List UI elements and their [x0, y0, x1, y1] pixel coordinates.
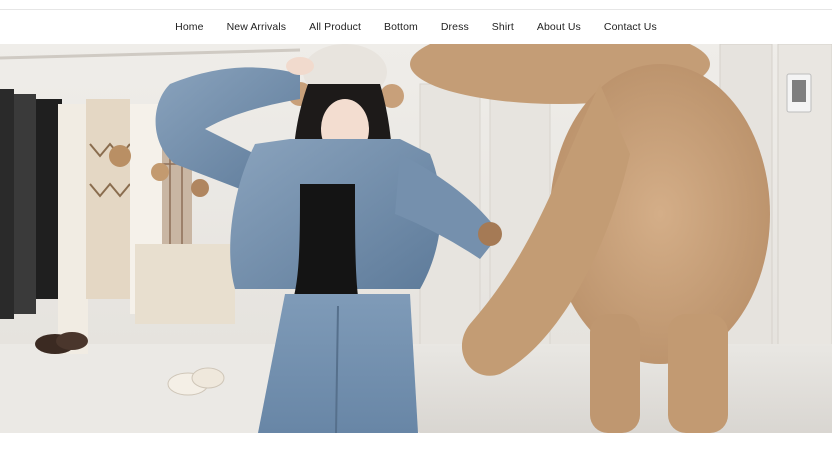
bear-ornament	[151, 163, 169, 181]
hero-banner[interactable]	[0, 44, 832, 433]
hand	[286, 57, 314, 75]
bear-ornament	[109, 145, 131, 167]
top-bar	[0, 0, 832, 10]
nav-item-contact-us[interactable]: Contact Us	[604, 21, 657, 33]
nav-item-bottom[interactable]: Bottom	[384, 21, 418, 33]
nav-item-shirt[interactable]: Shirt	[492, 21, 514, 33]
garment	[58, 104, 88, 354]
nav-item-new-arrivals[interactable]: New Arrivals	[227, 21, 287, 33]
nav-item-about-us[interactable]: About Us	[537, 21, 581, 33]
main-navigation: Home New Arrivals All Product Bottom Dre…	[0, 10, 832, 44]
bear-patch	[478, 222, 502, 246]
shoe-pair-dark	[56, 332, 88, 350]
hero-image	[0, 44, 832, 433]
bear-leg	[590, 314, 640, 433]
garment-skirt	[135, 244, 235, 324]
garment	[14, 94, 36, 314]
garment	[0, 89, 14, 319]
nav-item-home[interactable]: Home	[175, 21, 203, 33]
bear-leg	[668, 314, 728, 433]
garment	[86, 99, 130, 299]
page-bottom-space	[0, 433, 832, 468]
bear-ornament	[191, 179, 209, 197]
nav-item-all-product[interactable]: All Product	[309, 21, 361, 33]
black-top	[290, 184, 360, 309]
nav-list: Home New Arrivals All Product Bottom Dre…	[164, 21, 669, 33]
wall-switch-panel	[792, 80, 806, 102]
shoe-pair-light	[191, 367, 225, 389]
nav-item-dress[interactable]: Dress	[441, 21, 469, 33]
